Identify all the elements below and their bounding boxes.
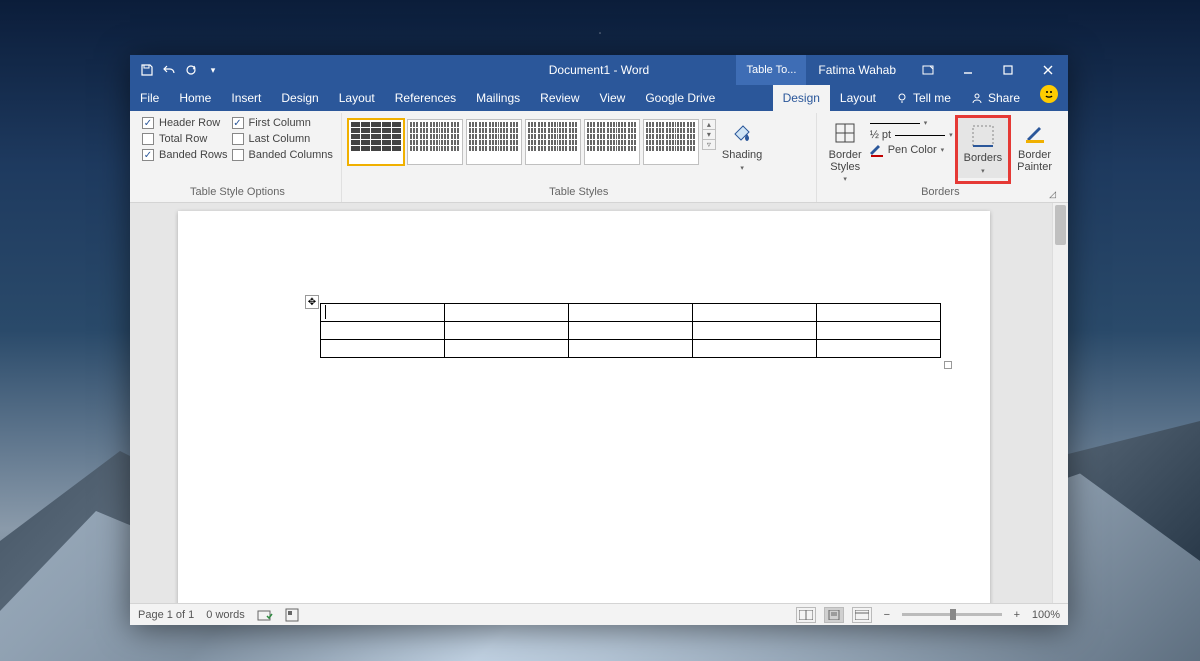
vertical-scrollbar[interactable] (1052, 203, 1068, 603)
tab-mailings[interactable]: Mailings (466, 85, 530, 111)
view-read-mode-button[interactable] (796, 607, 816, 623)
document-page[interactable]: ✥ (178, 211, 990, 603)
undo-button[interactable] (160, 61, 178, 79)
table-style-thumb-4[interactable] (525, 119, 581, 165)
table-resize-handle[interactable] (944, 361, 952, 369)
minimize-button[interactable] (948, 55, 988, 85)
title-bar: ▾ Document1 - Word Table To... Fatima Wa… (130, 55, 1068, 85)
table-row[interactable] (321, 304, 941, 322)
table-styles-gallery[interactable]: ▴▾▿ (348, 115, 716, 169)
zoom-level-label[interactable]: 100% (1032, 609, 1060, 621)
qat-customize-button[interactable]: ▾ (204, 61, 222, 79)
document-area[interactable]: ✥ (130, 203, 1068, 603)
zoom-in-button[interactable]: + (1010, 609, 1024, 621)
border-line-style-selector[interactable]: ▾ (870, 119, 953, 127)
tab-google-drive[interactable]: Google Drive (635, 85, 725, 111)
tab-design[interactable]: Design (271, 85, 328, 111)
table-style-thumb-6[interactable] (643, 119, 699, 165)
tab-file[interactable]: File (130, 85, 169, 111)
group-label-table-style-options: Table Style Options (140, 184, 335, 200)
table-style-thumb-1[interactable] (348, 119, 404, 165)
table-style-thumb-5[interactable] (584, 119, 640, 165)
checkbox-banded-rows[interactable]: ✓Banded Rows (142, 149, 228, 161)
zoom-out-button[interactable]: − (880, 609, 894, 621)
word-application-window: ▾ Document1 - Word Table To... Fatima Wa… (130, 55, 1068, 625)
status-macro-icon[interactable] (285, 608, 299, 622)
checkbox-first-column[interactable]: ✓First Column (232, 117, 333, 129)
gallery-scroll-buttons[interactable]: ▴▾▿ (702, 119, 716, 150)
ribbon-content: ✓Header Row Total Row ✓Banded Rows ✓Firs… (130, 111, 1068, 203)
tab-review[interactable]: Review (530, 85, 589, 111)
group-table-styles: ▴▾▿ Shading▾ Table Styles (342, 113, 817, 202)
checkbox-last-column[interactable]: Last Column (232, 133, 333, 145)
redo-button[interactable] (182, 61, 200, 79)
quick-access-toolbar: ▾ (130, 55, 230, 85)
tell-me-search[interactable]: Tell me (886, 85, 961, 111)
document-table[interactable] (320, 303, 941, 358)
borders-dropdown-button[interactable]: Borders▾ (958, 118, 1009, 178)
share-button[interactable]: Share (961, 85, 1030, 111)
border-weight-selector[interactable]: ½ pt▾ (870, 129, 953, 141)
shading-icon (728, 119, 756, 147)
view-web-layout-button[interactable] (852, 607, 872, 623)
tab-insert[interactable]: Insert (221, 85, 271, 111)
pen-color-button[interactable]: Pen Color▾ (870, 143, 953, 157)
person-icon (971, 92, 983, 104)
table-row[interactable] (321, 340, 941, 358)
table-tools-context-label: Table To... (736, 55, 806, 85)
border-styles-button[interactable]: Border Styles ▾ (823, 115, 868, 184)
user-name-label[interactable]: Fatima Wahab (806, 55, 908, 85)
save-button[interactable] (138, 61, 156, 79)
borders-button-highlight: Borders▾ (955, 115, 1012, 184)
tab-layout[interactable]: Layout (329, 85, 385, 111)
status-word-count[interactable]: 0 words (206, 609, 245, 621)
border-painter-button[interactable]: Border Painter (1011, 115, 1058, 184)
pen-color-icon (870, 143, 884, 157)
share-label: Share (988, 91, 1020, 105)
status-spellcheck-icon[interactable] (257, 608, 273, 622)
border-painter-icon (1021, 119, 1049, 147)
checkbox-total-row[interactable]: Total Row (142, 133, 228, 145)
ribbon-tabs: File Home Insert Design Layout Reference… (130, 85, 1068, 111)
status-bar: Page 1 of 1 0 words − + 100% (130, 603, 1068, 625)
status-page[interactable]: Page 1 of 1 (138, 609, 194, 621)
zoom-slider[interactable] (902, 613, 1002, 616)
borders-dialog-launcher[interactable]: ◿ (1049, 189, 1058, 200)
checkbox-banded-columns[interactable]: Banded Columns (232, 149, 333, 161)
tab-home[interactable]: Home (169, 85, 221, 111)
view-print-layout-button[interactable] (824, 607, 844, 623)
tell-me-label: Tell me (913, 91, 951, 105)
ribbon-display-options-button[interactable] (908, 55, 948, 85)
feedback-smiley-icon[interactable] (1040, 85, 1058, 103)
group-borders: Border Styles ▾ ▾ ½ pt▾ Pen Color▾ (817, 113, 1064, 202)
checkbox-header-row[interactable]: ✓Header Row (142, 117, 228, 129)
group-table-style-options: ✓Header Row Total Row ✓Banded Rows ✓Firs… (134, 113, 342, 202)
group-label-borders: Borders (921, 184, 960, 200)
tab-view[interactable]: View (590, 85, 636, 111)
border-styles-icon (831, 119, 859, 147)
table-move-handle[interactable]: ✥ (305, 295, 319, 309)
close-button[interactable] (1028, 55, 1068, 85)
lightbulb-icon (896, 92, 908, 104)
scrollbar-thumb[interactable] (1055, 205, 1066, 245)
borders-icon (969, 122, 997, 150)
maximize-button[interactable] (988, 55, 1028, 85)
table-style-thumb-3[interactable] (466, 119, 522, 165)
shading-button[interactable]: Shading▾ (716, 115, 768, 175)
group-label-table-styles: Table Styles (348, 184, 810, 200)
tab-table-layout[interactable]: Layout (830, 85, 886, 111)
tab-references[interactable]: References (385, 85, 466, 111)
table-row[interactable] (321, 322, 941, 340)
table-style-thumb-2[interactable] (407, 119, 463, 165)
tab-table-design[interactable]: Design (773, 85, 830, 111)
